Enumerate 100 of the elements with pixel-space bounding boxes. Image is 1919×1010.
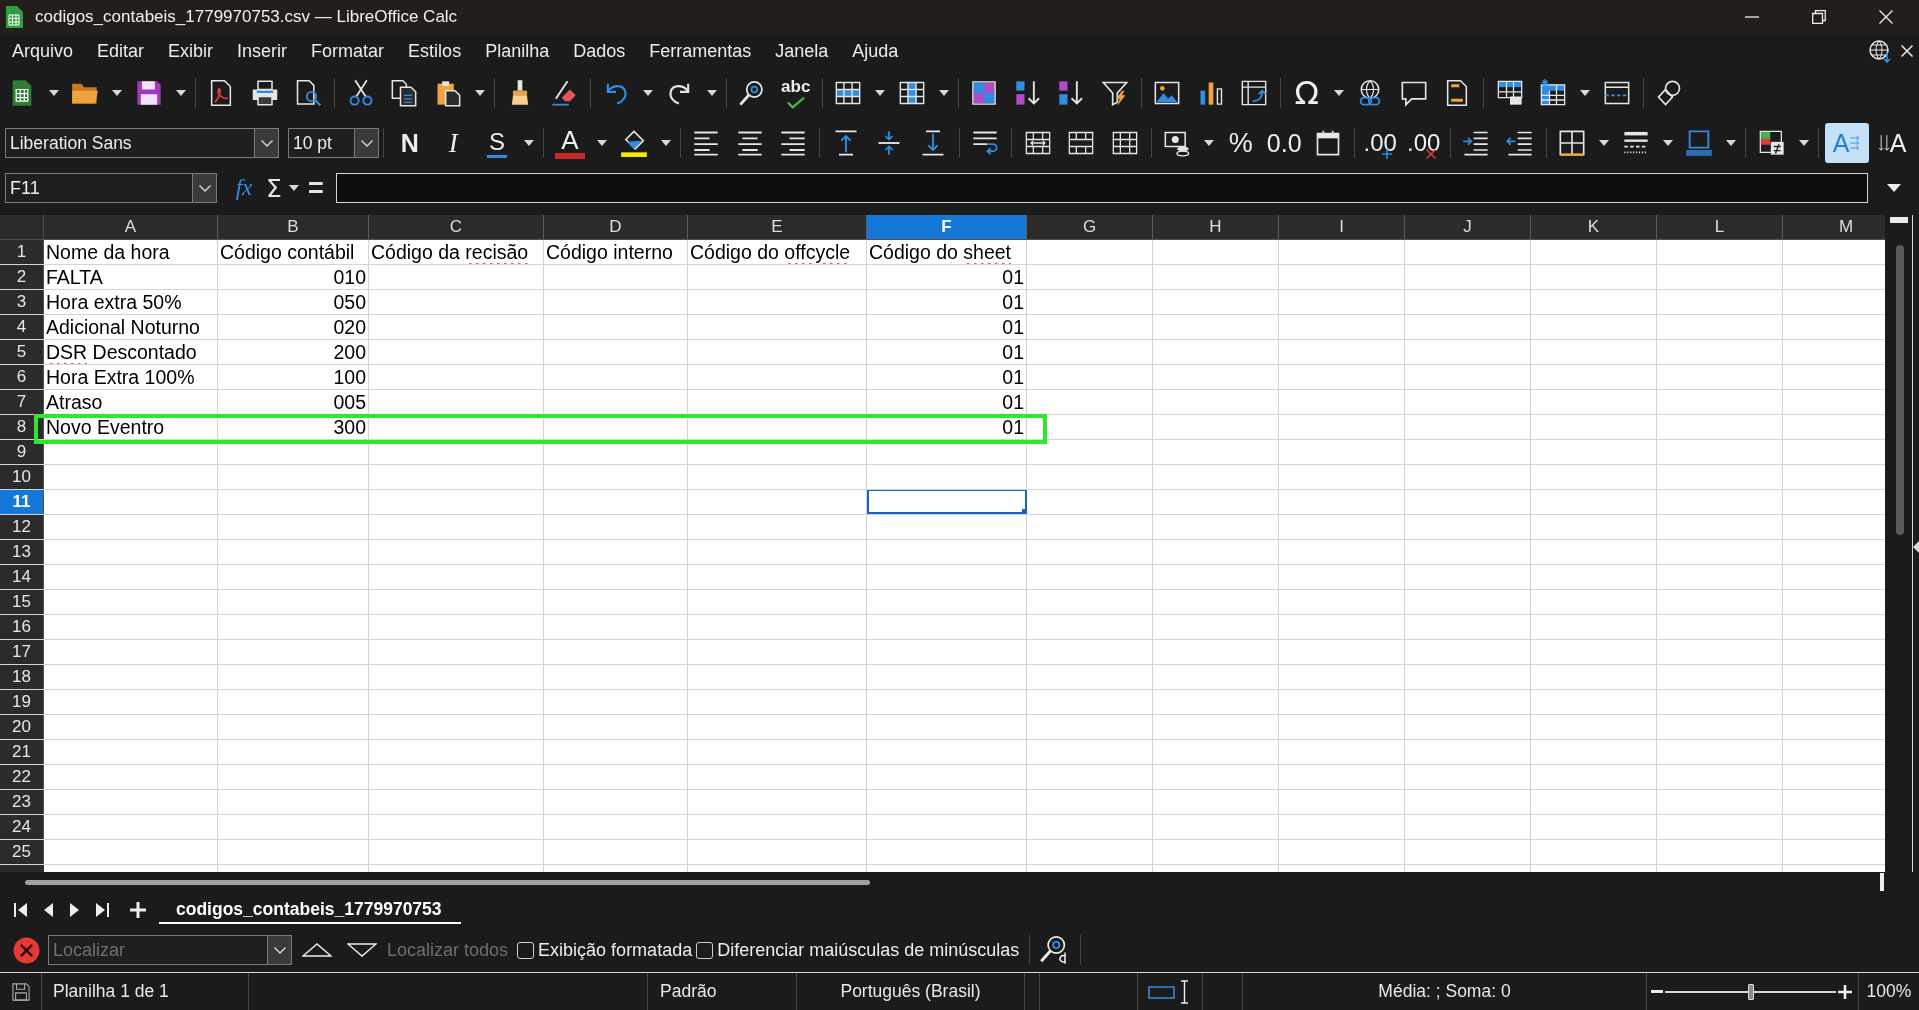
search-field[interactable]: Localizar — [48, 935, 268, 965]
menu-item[interactable]: Inserir — [225, 37, 300, 65]
column-header[interactable]: A — [44, 215, 218, 240]
column-header[interactable]: H — [1153, 215, 1279, 240]
add-decimal-button[interactable]: .00 — [1358, 123, 1402, 163]
formula-button[interactable]: = — [304, 172, 328, 204]
row-header[interactable]: 15 — [0, 590, 44, 614]
caret-icon[interactable] — [1662, 140, 1673, 146]
eraser-icon[interactable] — [549, 79, 578, 107]
row-header[interactable]: 20 — [0, 715, 44, 739]
borders-icon[interactable] — [1558, 129, 1587, 157]
row-header[interactable]: 7 — [0, 390, 44, 414]
row-header[interactable]: 9 — [0, 440, 44, 464]
column-header[interactable]: L — [1657, 215, 1783, 240]
menu-item[interactable]: Ajuda — [840, 37, 911, 65]
sort-ascending-icon[interactable] — [1013, 79, 1042, 107]
dropdown-button[interactable] — [268, 935, 292, 965]
column-header[interactable]: D — [544, 215, 688, 240]
column-header[interactable]: J — [1405, 215, 1531, 240]
row-header[interactable]: 17 — [0, 640, 44, 664]
caret-icon[interactable] — [706, 90, 717, 96]
caret-icon[interactable] — [474, 90, 485, 96]
special-character-button[interactable]: Ω — [1285, 73, 1329, 113]
row-header[interactable]: 10 — [0, 465, 44, 489]
caret-icon[interactable] — [597, 140, 607, 146]
indent-icon[interactable] — [1462, 129, 1491, 157]
underline-button[interactable]: S — [487, 128, 507, 158]
copy-icon[interactable] — [390, 79, 419, 107]
row-header[interactable]: 11 — [0, 490, 44, 514]
align-center-icon[interactable] — [735, 129, 764, 157]
row-header[interactable]: 14 — [0, 565, 44, 589]
dropdown-button[interactable] — [255, 128, 279, 158]
menu-item[interactable]: Formatar — [299, 37, 397, 65]
row-header[interactable]: 25 — [0, 840, 44, 864]
plus-icon[interactable] — [1838, 984, 1852, 999]
row-header[interactable]: 12 — [0, 515, 44, 539]
last-sheet-icon[interactable] — [94, 902, 109, 918]
align-left-icon[interactable] — [692, 129, 721, 157]
column-header[interactable]: M — [1783, 215, 1885, 240]
picture-icon[interactable] — [1153, 79, 1182, 107]
up-triangle-icon[interactable] — [302, 943, 332, 957]
row-header[interactable]: 18 — [0, 665, 44, 689]
row-header[interactable]: 6 — [0, 365, 44, 389]
caret-icon[interactable] — [1204, 140, 1214, 146]
caret-icon[interactable] — [1798, 140, 1809, 146]
bold-button[interactable]: N — [388, 123, 432, 163]
caret-icon[interactable] — [112, 90, 122, 96]
expand-caret-icon[interactable] — [1886, 184, 1901, 192]
row-header[interactable]: 4 — [0, 315, 44, 339]
merge-cells-icon[interactable] — [1067, 129, 1096, 157]
split-handle[interactable] — [1880, 873, 1884, 891]
font-size-field[interactable]: 10 pt — [288, 128, 355, 158]
caret-icon[interactable] — [1599, 140, 1609, 146]
caret-icon[interactable] — [660, 140, 671, 146]
table-column-icon[interactable] — [897, 79, 926, 107]
previous-sheet-icon[interactable] — [42, 902, 53, 918]
caret-icon[interactable] — [48, 90, 59, 96]
row-header[interactable]: 22 — [0, 765, 44, 789]
delete-decimal-button[interactable]: .00 — [1402, 123, 1446, 163]
table-printer-icon[interactable] — [1495, 79, 1524, 107]
row-header[interactable]: 24 — [0, 815, 44, 839]
scrollbar-thumb[interactable] — [1896, 245, 1904, 535]
sort-grid-icon[interactable] — [970, 79, 999, 107]
font-name-field[interactable]: Liberation Sans — [5, 128, 255, 158]
menu-item[interactable]: Janela — [763, 37, 841, 65]
menu-item[interactable]: Editar — [85, 37, 157, 65]
checkbox[interactable] — [517, 941, 535, 959]
name-box[interactable]: F11 — [5, 173, 193, 203]
save-icon[interactable] — [11, 982, 30, 1001]
caret-icon[interactable] — [524, 140, 534, 146]
wrap-text-icon[interactable] — [971, 129, 1000, 157]
down-triangle-icon[interactable] — [347, 943, 377, 957]
plus-icon[interactable] — [129, 902, 146, 918]
column-header[interactable]: C — [369, 215, 544, 240]
italic-button[interactable]: I — [431, 123, 475, 163]
collapse-arrow-icon[interactable] — [1913, 541, 1919, 553]
column-header[interactable]: I — [1279, 215, 1405, 240]
align-right-icon[interactable] — [779, 129, 808, 157]
caret-icon[interactable] — [938, 90, 949, 96]
menu-item[interactable]: Estilos — [396, 37, 474, 65]
save-icon[interactable] — [134, 79, 163, 107]
menu-item[interactable]: Arquivo — [0, 37, 86, 65]
minimize-icon[interactable] — [1744, 16, 1759, 18]
percent-button[interactable]: % — [1219, 123, 1263, 163]
merge-center-icon[interactable] — [1023, 129, 1052, 157]
caret-icon[interactable] — [1333, 90, 1344, 96]
row-header[interactable]: 16 — [0, 615, 44, 639]
funnel-icon[interactable] — [1100, 79, 1129, 107]
row-header[interactable]: 2 — [0, 265, 44, 289]
row-header[interactable]: 19 — [0, 690, 44, 714]
spelling-button[interactable]: abc — [774, 73, 818, 113]
printer-icon[interactable] — [250, 79, 279, 107]
caret-icon[interactable] — [1726, 140, 1736, 146]
dropdown-button[interactable] — [193, 173, 217, 203]
column-header[interactable]: K — [1531, 215, 1657, 240]
paint-bucket-icon[interactable] — [619, 129, 648, 157]
dropdown-button[interactable] — [355, 128, 379, 158]
close-icon[interactable] — [1901, 45, 1913, 57]
checkbox-label[interactable]: Exibição formatada — [538, 939, 693, 961]
zoom-percentage[interactable]: 100% — [1866, 981, 1912, 1002]
